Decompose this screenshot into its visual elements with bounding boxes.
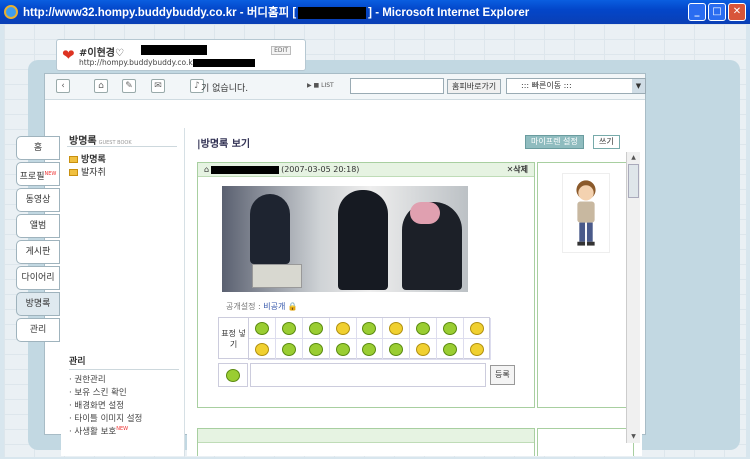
scroll-down-icon: ▼ bbox=[631, 433, 636, 440]
comment-row: 등록 bbox=[218, 363, 536, 387]
emoticon-panel: 표정 넣기 bbox=[218, 317, 491, 360]
music-status: 기 없습니다. bbox=[201, 84, 249, 94]
back-icon[interactable]: ‹ bbox=[56, 79, 70, 93]
new-badge: NEW bbox=[44, 171, 57, 177]
menu-wallpaper[interactable]: · 배경화면 설정 bbox=[69, 399, 179, 412]
emoticon-icon[interactable] bbox=[437, 318, 465, 339]
chat-icon[interactable]: ✎ bbox=[122, 79, 136, 93]
entry-photo bbox=[222, 186, 468, 292]
emoticon-icon[interactable] bbox=[249, 318, 276, 339]
emoticon-icon[interactable] bbox=[302, 339, 330, 360]
tab-admin[interactable]: 관리 bbox=[16, 318, 60, 342]
emoticon-icon[interactable] bbox=[437, 339, 465, 360]
page: ❤ #이현경♡ EDIT http://hompy.buddybuddy.co.… bbox=[4, 24, 746, 457]
emoticon-icon[interactable] bbox=[383, 318, 411, 339]
folder-icon bbox=[69, 169, 78, 176]
emoticon-icon[interactable] bbox=[275, 318, 303, 339]
maximize-button[interactable]: □ bbox=[708, 3, 726, 21]
redacted-block bbox=[141, 45, 207, 55]
scroll-up-icon: ▲ bbox=[631, 154, 636, 161]
minime-panel bbox=[537, 162, 634, 408]
redacted-block bbox=[193, 59, 255, 67]
folder-guestbook[interactable]: 방명록 bbox=[69, 152, 106, 165]
sidebar: 방명록 GUEST BOOK 방명록 발자취 관리 · 권한관리 · 보유 스킨 … bbox=[61, 128, 185, 456]
management-menu: 관리 · 권한관리 · 보유 스킨 확인 · 배경화면 설정 · 타이틀 이미지… bbox=[69, 354, 179, 438]
chevron-down-icon: ▼ bbox=[632, 79, 645, 93]
privacy-value[interactable]: 비공개 bbox=[263, 302, 285, 311]
profile-url[interactable]: http://hompy.buddybuddy.co.kr/ bbox=[79, 58, 198, 67]
tab-profile[interactable]: 프로필NEW bbox=[16, 162, 60, 186]
emoticon-label: 표정 넣기 bbox=[219, 318, 249, 360]
menu-title-image[interactable]: · 타이틀 이미지 설정 bbox=[69, 412, 179, 425]
heart-icon: ❤ bbox=[62, 46, 75, 64]
redacted-block bbox=[211, 165, 280, 174]
vertical-scrollbar[interactable]: ▲ ▼ bbox=[626, 152, 640, 443]
selected-emoticon-icon[interactable] bbox=[218, 363, 248, 387]
window-title: http://www32.hompy.buddybuddy.co.kr - 버디… bbox=[23, 6, 530, 19]
menu-permissions[interactable]: · 권한관리 bbox=[69, 373, 179, 386]
home-icon: ⌂ bbox=[204, 165, 210, 174]
emoticon-icon[interactable] bbox=[356, 318, 384, 339]
emoticon-grid bbox=[249, 318, 491, 360]
management-title: 관리 bbox=[69, 354, 179, 370]
emoticon-icon[interactable] bbox=[302, 318, 330, 339]
home-icon[interactable]: ⌂ bbox=[94, 79, 108, 93]
emoticon-icon[interactable] bbox=[275, 339, 303, 360]
emoticon-icon[interactable] bbox=[356, 339, 384, 360]
emoticon-icon[interactable] bbox=[464, 339, 491, 360]
entry-date: (2007-03-05 20:18) bbox=[281, 165, 360, 174]
title-bar: http://www32.hompy.buddybuddy.co.kr - 버디… bbox=[0, 0, 750, 24]
tab-diary[interactable]: 다이어리 bbox=[16, 266, 60, 290]
tab-video[interactable]: 동영상 bbox=[16, 188, 60, 212]
new-badge: NEW bbox=[116, 426, 129, 433]
tab-album[interactable]: 앨범 bbox=[16, 214, 60, 238]
register-button[interactable]: 등록 bbox=[490, 365, 515, 385]
emoticon-icon[interactable] bbox=[249, 339, 276, 360]
tab-board[interactable]: 게시판 bbox=[16, 240, 60, 264]
emoticon-icon[interactable] bbox=[329, 339, 357, 360]
quick-move-select[interactable]: ::: 빠른이동 ::: ▼ bbox=[506, 78, 646, 94]
folder-footprint[interactable]: 발자취 bbox=[69, 165, 106, 178]
message-icon[interactable]: ✉ bbox=[151, 79, 165, 93]
page-title: |방명록 보기 bbox=[197, 139, 251, 150]
profile-name: #이현경♡ bbox=[79, 48, 124, 59]
delete-button[interactable]: ✕삭제 bbox=[507, 163, 528, 176]
address-input[interactable] bbox=[350, 78, 444, 94]
profile-card: ❤ #이현경♡ EDIT http://hompy.buddybuddy.co.… bbox=[56, 39, 306, 71]
emoticon-icon[interactable] bbox=[329, 318, 357, 339]
entry-header: ⌂ (2007-03-05 20:18) ✕삭제 bbox=[198, 163, 534, 177]
guestbook-entry-next bbox=[197, 428, 535, 456]
scroll-thumb[interactable] bbox=[628, 164, 639, 198]
menu-privacy[interactable]: · 사생활 보호NEW bbox=[69, 425, 179, 438]
privacy-setting: 공개설정 : 비공개 🔒 bbox=[226, 302, 298, 311]
go-hompy-button[interactable]: 홈피바로가기 bbox=[447, 79, 502, 94]
close-button[interactable]: ✕ bbox=[728, 3, 746, 21]
minime-avatar-icon bbox=[562, 173, 610, 253]
menu-skins[interactable]: · 보유 스킨 확인 bbox=[69, 386, 179, 399]
minime-panel-next bbox=[537, 428, 634, 456]
entry-header bbox=[198, 429, 534, 443]
folder-icon bbox=[69, 156, 78, 163]
lock-icon: 🔒 bbox=[287, 302, 298, 311]
music-controls[interactable]: ▶ ■ LIST bbox=[307, 82, 334, 89]
tab-guestbook[interactable]: 방명록 bbox=[16, 292, 60, 316]
ie-icon bbox=[4, 5, 18, 19]
emoticon-icon[interactable] bbox=[410, 339, 438, 360]
emoticon-icon[interactable] bbox=[383, 339, 411, 360]
tab-home[interactable]: 홈 bbox=[16, 136, 60, 160]
write-button[interactable]: 쓰기 bbox=[593, 135, 620, 149]
comment-input[interactable] bbox=[250, 363, 486, 387]
my-friend-settings-button[interactable]: 마이프렌 설정 bbox=[525, 135, 584, 149]
sidebar-title: 방명록 GUEST BOOK bbox=[69, 136, 132, 147]
emoticon-icon[interactable] bbox=[464, 318, 491, 339]
edit-button[interactable]: EDIT bbox=[271, 46, 291, 55]
guestbook-main: |방명록 보기 마이프렌 설정 쓰기 ⌂ (2007-03-05 20:18) ✕… bbox=[187, 128, 642, 456]
hompy-toolbar: ‹ ⌂ ✎ ✉ ♪ 기 없습니다. ▶ ■ LIST 홈피바로가기 ::: 빠른… bbox=[45, 74, 646, 100]
minimize-button[interactable]: _ bbox=[688, 3, 706, 21]
emoticon-icon[interactable] bbox=[410, 318, 438, 339]
redacted-block bbox=[298, 6, 367, 19]
guestbook-entry: ⌂ (2007-03-05 20:18) ✕삭제 공개설정 : 비공개 🔒 표정 … bbox=[197, 162, 535, 408]
